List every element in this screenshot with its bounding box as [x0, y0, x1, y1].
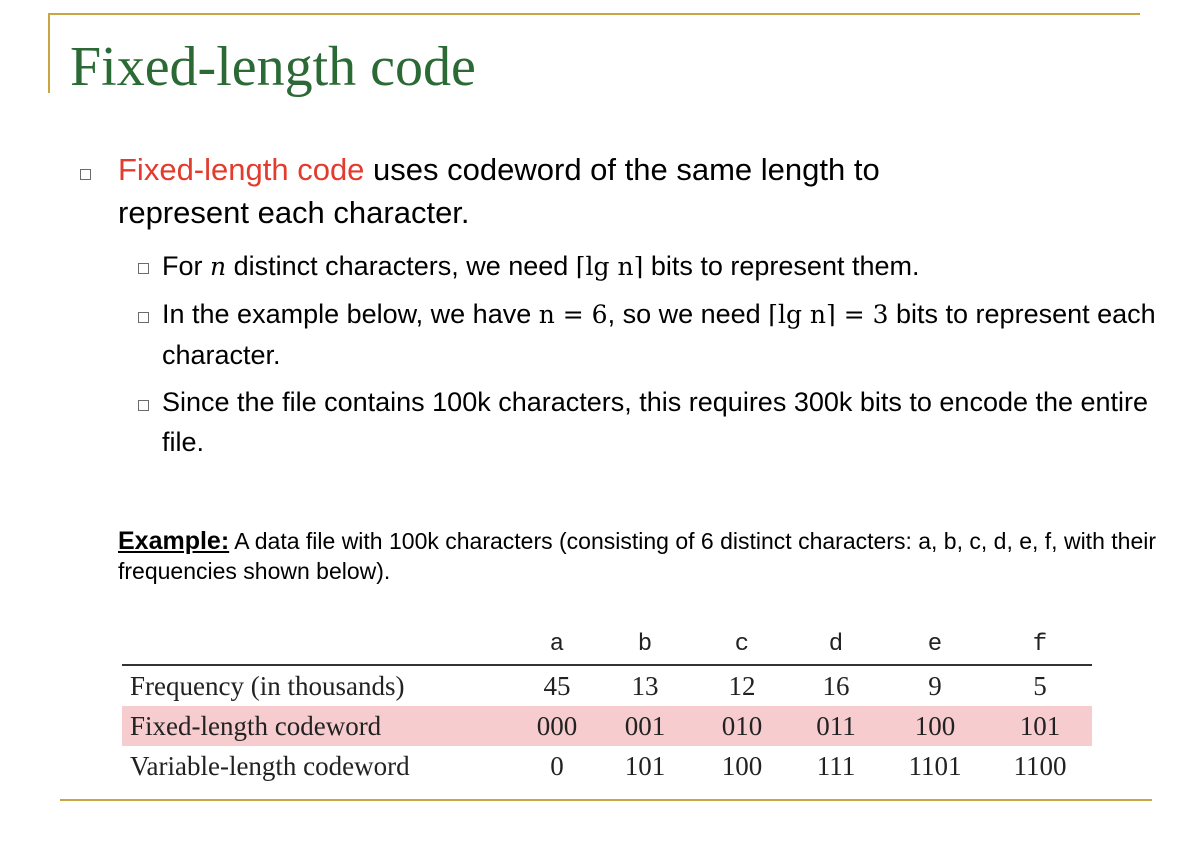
slide-title: Fixed-length code	[70, 36, 476, 98]
sub-bullet-2-pre: In the example below, we have	[162, 299, 539, 329]
row-label: Fixed-length codeword	[122, 706, 518, 746]
table-cell: 1101	[908, 750, 962, 781]
table-row: Frequency (in thousands) 45 13 12 16 9 5	[122, 665, 1092, 706]
table-cell: 0	[550, 750, 564, 781]
table-cell: 45	[543, 670, 571, 701]
main-bullet-line1: uses codeword of the same length to	[364, 152, 880, 187]
math-ceil-lg-n: ⌈lg n⌉	[575, 252, 644, 281]
sub-bullet-2-mid: , so we need	[607, 299, 769, 329]
sub-bullet-1: For n distinct characters, we need ⌈lg n…	[162, 246, 1172, 287]
table-cell: 16	[822, 670, 850, 701]
term-highlight: Fixed-length code	[118, 152, 365, 187]
row-label: Frequency (in thousands)	[130, 670, 405, 701]
table-cell: 13	[631, 670, 659, 701]
left-rule	[48, 13, 50, 93]
bottom-rule	[60, 799, 1152, 801]
math-ceil-lg-n-equals-3: ⌈lg n⌉ = 3	[768, 300, 889, 329]
column-header: f	[1032, 630, 1048, 658]
row-label: Variable-length codeword	[130, 750, 410, 781]
square-bullet-icon	[138, 263, 149, 274]
table-cell: 100	[882, 706, 988, 746]
table-cell: 010	[694, 706, 790, 746]
square-bullet-icon	[138, 400, 149, 411]
table-row-highlighted: Fixed-length codeword 000 001 010 011 10…	[122, 706, 1092, 746]
table-cell: 12	[728, 670, 756, 701]
square-bullet-icon	[80, 169, 91, 180]
sub-bullet-3: Since the file contains 100k characters,…	[162, 387, 1149, 457]
column-header: b	[637, 630, 653, 658]
example-label: Example:	[118, 527, 230, 555]
table-cell: 111	[816, 750, 856, 781]
table-cell: 001	[596, 706, 694, 746]
math-n-equals-6: n = 6	[538, 300, 608, 329]
column-header: c	[734, 630, 750, 658]
main-bullet-line2: represent each character.	[118, 195, 470, 230]
codeword-table: a b c d e f Frequency (in thousands) 45 …	[122, 624, 1092, 786]
table-cell: 1100	[1013, 750, 1067, 781]
table-cell: 100	[721, 750, 763, 781]
table-cell: 101	[624, 750, 666, 781]
table-cell: 9	[928, 670, 942, 701]
main-bullet-text: Fixed-length code uses codeword of the s…	[118, 148, 1158, 234]
sub-bullet-1-mid: distinct characters, we need	[226, 251, 576, 281]
example-text: A data file with 100k characters (consis…	[118, 528, 1156, 584]
square-bullet-icon	[138, 312, 149, 323]
sub-bullet-1-pre: For	[162, 251, 211, 281]
column-header: a	[549, 630, 565, 658]
table-cell: 5	[1033, 670, 1047, 701]
table-header-empty	[122, 624, 518, 665]
table-cell: 000	[518, 706, 596, 746]
table-header-row: a b c d e f	[122, 624, 1092, 665]
sub-bullet-1-post: bits to represent them.	[643, 251, 920, 281]
table-cell: 011	[790, 706, 882, 746]
top-rule	[48, 13, 1140, 15]
sub-bullet-2: In the example below, we have n = 6, so …	[162, 294, 1172, 375]
column-header: d	[828, 630, 844, 658]
table-cell: 101	[988, 706, 1092, 746]
column-header: e	[927, 630, 943, 658]
math-var-n: n	[210, 252, 227, 281]
example-paragraph: Example: A data file with 100k character…	[118, 526, 1158, 586]
table-row: Variable-length codeword 0 101 100 111 1…	[122, 746, 1092, 786]
